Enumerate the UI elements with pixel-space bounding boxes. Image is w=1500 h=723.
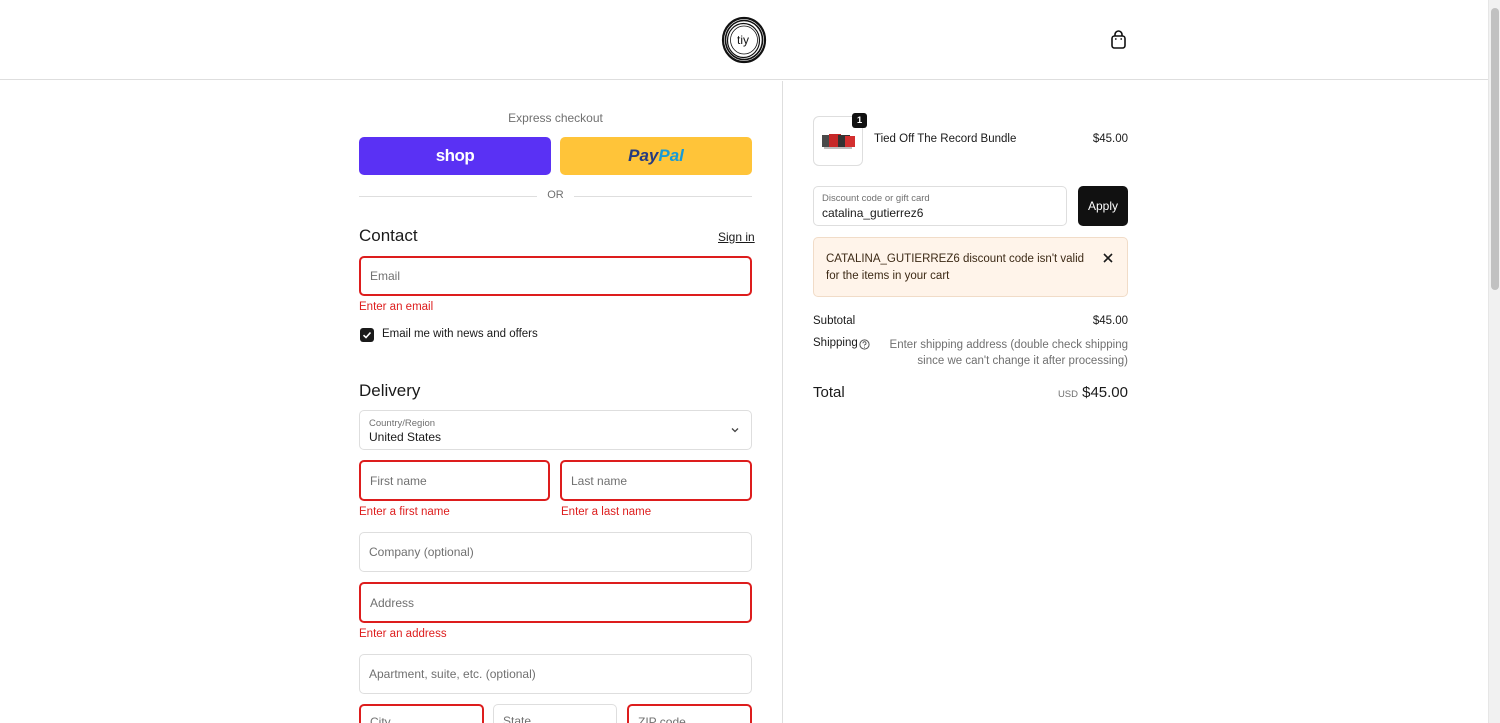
- checkmark-icon: [362, 331, 372, 339]
- site-header: tiy: [0, 0, 1488, 80]
- or-divider: OR: [359, 189, 752, 203]
- country-label: Country/Region: [369, 418, 436, 429]
- first-name-field-wrapper: [359, 460, 550, 501]
- last-name-field-wrapper: [560, 460, 752, 501]
- address-field[interactable]: [361, 584, 750, 621]
- newsletter-label: Email me with news and offers: [382, 328, 538, 340]
- sign-in-link[interactable]: Sign in: [718, 230, 755, 244]
- newsletter-checkbox[interactable]: [360, 328, 374, 342]
- total-currency: USD: [1057, 389, 1078, 400]
- or-text: OR: [547, 189, 564, 201]
- apartment-field[interactable]: [360, 655, 751, 693]
- paypal-button[interactable]: Pay Pal: [560, 137, 752, 175]
- apartment-field-wrapper: [359, 654, 752, 694]
- address-field-wrapper: [359, 582, 752, 623]
- product-price: $45.00: [1092, 133, 1128, 145]
- subtotal-value: $45.00: [1092, 315, 1128, 327]
- paypal-pay-text: Pay: [628, 146, 659, 165]
- last-name-field[interactable]: [562, 462, 750, 499]
- state-field-wrapper: [493, 704, 617, 723]
- scrollbar-thumb[interactable]: [1491, 8, 1499, 290]
- country-value: United States: [369, 430, 442, 444]
- company-field-wrapper: [359, 532, 752, 572]
- delivery-heading: Delivery: [359, 381, 421, 400]
- first-name-field[interactable]: [361, 462, 548, 499]
- first-name-error: Enter a first name: [359, 506, 450, 518]
- order-summary-panel: [782, 81, 1488, 723]
- discount-error-alert: CATALINA_GUTIERREZ6 discount code isn't …: [813, 237, 1128, 297]
- paypal-pal-text: Pal: [658, 146, 684, 165]
- total-value: $45.00: [1082, 384, 1128, 401]
- chevron-down-icon: [731, 428, 739, 433]
- logo-text: tiy: [737, 33, 749, 47]
- city-field-wrapper: [359, 704, 484, 723]
- shipping-note: Enter shipping address (double check shi…: [889, 339, 1128, 367]
- country-select[interactable]: Country/Region United States: [359, 410, 752, 450]
- zip-field[interactable]: [629, 706, 750, 723]
- email-error: Enter an email: [359, 301, 434, 313]
- email-field[interactable]: [361, 258, 750, 294]
- product-name: Tied Off The Record Bundle: [874, 133, 1017, 145]
- subtotal-label: Subtotal: [813, 315, 856, 327]
- store-logo[interactable]: tiy: [721, 16, 767, 64]
- quantity-badge: 1: [852, 113, 867, 128]
- discount-field[interactable]: Discount code or gift card catalina_guti…: [813, 186, 1067, 226]
- total-label: Total: [813, 384, 845, 401]
- last-name-error: Enter a last name: [561, 506, 652, 518]
- help-icon[interactable]: [859, 339, 870, 350]
- page-scrollbar[interactable]: [1488, 0, 1500, 723]
- zip-field-wrapper: [627, 704, 752, 723]
- close-icon[interactable]: [1102, 252, 1114, 264]
- apply-button[interactable]: Apply: [1078, 186, 1128, 226]
- state-field[interactable]: [494, 705, 616, 723]
- alert-text: CATALINA_GUTIERREZ6 discount code isn't …: [826, 253, 1085, 282]
- company-field[interactable]: [360, 533, 751, 571]
- shipping-label: Shipping: [813, 337, 858, 349]
- address-error: Enter an address: [359, 628, 447, 640]
- email-field-wrapper: [359, 256, 752, 296]
- express-checkout-title: Express checkout: [508, 111, 603, 125]
- shopping-bag-icon[interactable]: [1109, 30, 1128, 50]
- discount-label: Discount code or gift card: [822, 193, 930, 204]
- shop-pay-label: shop: [435, 146, 475, 165]
- discount-value: catalina_gutierrez6: [822, 206, 924, 220]
- city-field[interactable]: [361, 706, 482, 723]
- contact-heading: Contact: [359, 226, 418, 245]
- shop-pay-button[interactable]: shop: [359, 137, 551, 175]
